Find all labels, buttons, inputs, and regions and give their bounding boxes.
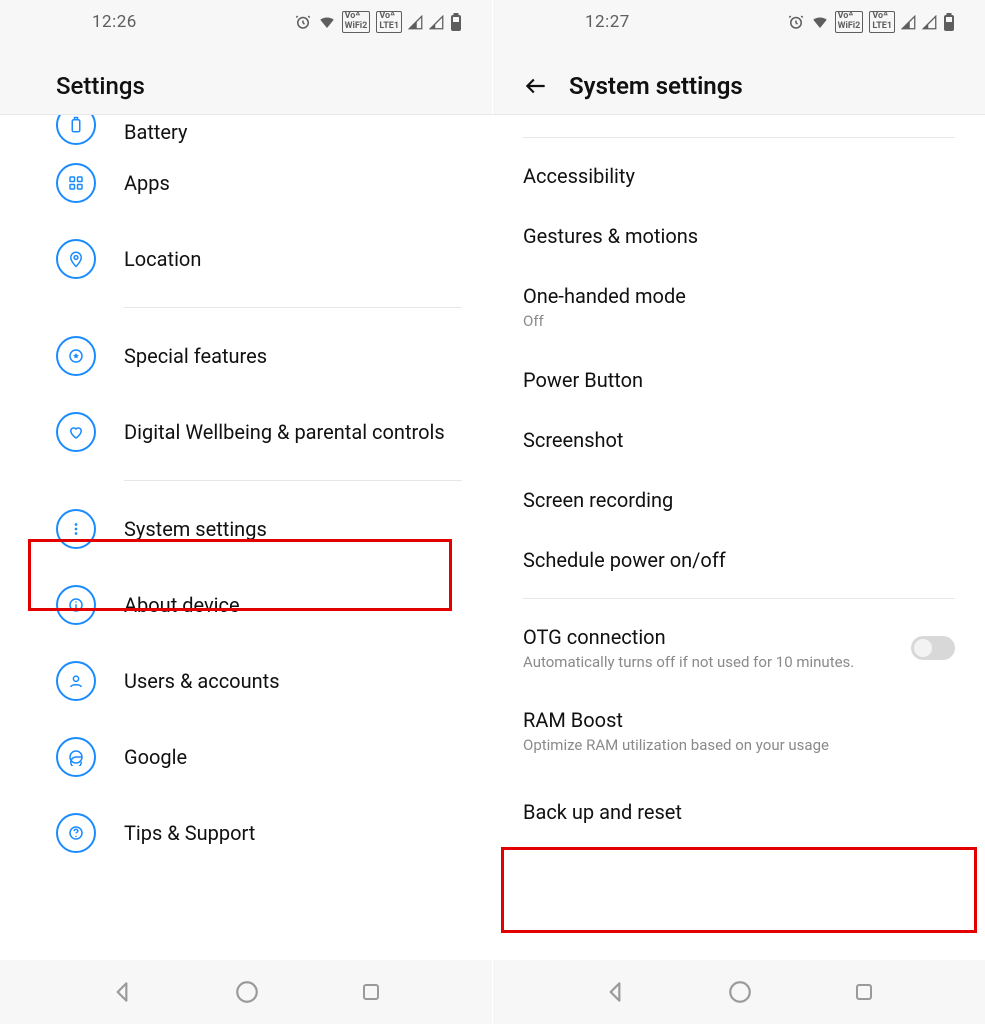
battery-icon (56, 115, 96, 145)
row-label: About device (124, 593, 240, 618)
wifi-icon (318, 13, 336, 31)
row-screen-recording[interactable]: Screen recording (493, 470, 985, 530)
row-otg-connection[interactable]: OTG connection Automatically turns off i… (493, 607, 985, 691)
divider (124, 480, 462, 481)
wifi-icon (811, 13, 829, 31)
highlight-backup-reset (501, 847, 977, 933)
row-backup-reset[interactable]: Back up and reset (493, 774, 985, 850)
divider (124, 307, 462, 308)
row-label: System settings (124, 517, 267, 542)
row-title: One-handed mode (523, 284, 955, 308)
system-settings-list[interactable]: Accessibility Gestures & motions One-han… (493, 114, 985, 960)
settings-list[interactable]: Battery Apps Location Special featur (0, 114, 492, 960)
settings-row-users-accounts[interactable]: Users & accounts (0, 643, 492, 719)
row-label: Special features (124, 344, 267, 369)
row-label: Battery (124, 120, 187, 145)
row-label: Apps (124, 171, 170, 196)
nav-home-icon[interactable] (727, 979, 753, 1005)
row-power-button[interactable]: Power Button (493, 350, 985, 410)
row-label: Digital Wellbeing & parental controls (124, 420, 445, 445)
nav-recent-icon[interactable] (359, 980, 383, 1004)
phone-left: 12:26 VoᐞWiFi2 VoᐞLTE1 Settings Battery (0, 0, 492, 1024)
row-title: Screenshot (523, 428, 955, 452)
nav-back-icon[interactable] (109, 979, 135, 1005)
settings-row-system-settings[interactable]: System settings (0, 491, 492, 567)
status-icons: VoᐞWiFi2 VoᐞLTE1 (787, 11, 955, 33)
row-label: Google (124, 745, 187, 770)
clock: 12:27 (585, 12, 630, 32)
location-icon (56, 239, 96, 279)
row-label: Users & accounts (124, 669, 280, 694)
vowifi-badge: VoᐞWiFi2 (342, 11, 371, 33)
row-subtitle: Off (523, 312, 955, 332)
row-title: Gestures & motions (523, 224, 955, 248)
volte-badge: VoᐞLTE1 (869, 11, 895, 33)
row-title: Power Button (523, 368, 955, 392)
phone-right: 12:27 VoᐞWiFi2 VoᐞLTE1 System settings A… (492, 0, 985, 1024)
signal2-icon (922, 15, 937, 30)
row-gestures-motions[interactable]: Gestures & motions (493, 206, 985, 266)
row-one-handed-mode[interactable]: One-handed mode Off (493, 266, 985, 350)
nav-back-icon[interactable] (602, 979, 628, 1005)
row-title: RAM Boost (523, 708, 955, 732)
page-title: Settings (0, 44, 492, 114)
nav-bar (0, 960, 492, 1024)
page-title: System settings (569, 72, 743, 100)
divider (523, 598, 955, 599)
settings-row-apps[interactable]: Apps (0, 145, 492, 221)
settings-row-location[interactable]: Location (0, 221, 492, 297)
battery-status-icon (450, 13, 462, 31)
row-accessibility[interactable]: Accessibility (493, 146, 985, 206)
row-screenshot[interactable]: Screenshot (493, 410, 985, 470)
battery-status-icon (943, 13, 955, 31)
apps-icon (56, 163, 96, 203)
nav-bar (493, 960, 985, 1024)
status-bar: 12:26 VoᐞWiFi2 VoᐞLTE1 (0, 0, 492, 44)
otg-toggle[interactable] (911, 636, 955, 660)
page-header: System settings (493, 44, 985, 114)
signal2-icon (429, 15, 444, 30)
google-icon (56, 737, 96, 777)
vowifi-badge: VoᐞWiFi2 (835, 11, 864, 33)
dots-icon (56, 509, 96, 549)
row-subtitle: Optimize RAM utilization based on your u… (523, 736, 955, 756)
heart-icon (56, 412, 96, 452)
help-icon (56, 813, 96, 853)
nav-home-icon[interactable] (234, 979, 260, 1005)
settings-row-about-device[interactable]: About device (0, 567, 492, 643)
info-icon (56, 585, 96, 625)
divider (523, 137, 955, 138)
row-title: Accessibility (523, 164, 955, 188)
row-ram-boost[interactable]: RAM Boost Optimize RAM utilization based… (493, 690, 985, 774)
settings-row-special-features[interactable]: Special features (0, 318, 492, 394)
star-icon (56, 336, 96, 376)
row-label: Tips & Support (124, 821, 255, 846)
row-subtitle: Automatically turns off if not used for … (523, 653, 895, 673)
back-button[interactable] (523, 73, 549, 99)
clock: 12:26 (92, 12, 137, 32)
status-bar: 12:27 VoᐞWiFi2 VoᐞLTE1 (493, 0, 985, 44)
status-icons: VoᐞWiFi2 VoᐞLTE1 (294, 11, 462, 33)
settings-row-tips-support[interactable]: Tips & Support (0, 795, 492, 871)
row-title: Schedule power on/off (523, 548, 955, 572)
row-label: Location (124, 247, 201, 272)
user-icon (56, 661, 96, 701)
row-title: Screen recording (523, 488, 955, 512)
back-arrow-icon (523, 73, 549, 99)
signal1-icon (901, 15, 916, 30)
settings-row-digital-wellbeing[interactable]: Digital Wellbeing & parental controls (0, 394, 492, 470)
row-title: Back up and reset (523, 800, 955, 824)
nav-recent-icon[interactable] (852, 980, 876, 1004)
alarm-icon (787, 13, 805, 31)
settings-row-google[interactable]: Google (0, 719, 492, 795)
volte-badge: VoᐞLTE1 (376, 11, 402, 33)
signal1-icon (408, 15, 423, 30)
settings-row-battery[interactable]: Battery (0, 115, 492, 145)
row-schedule-power[interactable]: Schedule power on/off (493, 530, 985, 590)
row-title: OTG connection (523, 625, 895, 649)
alarm-icon (294, 13, 312, 31)
